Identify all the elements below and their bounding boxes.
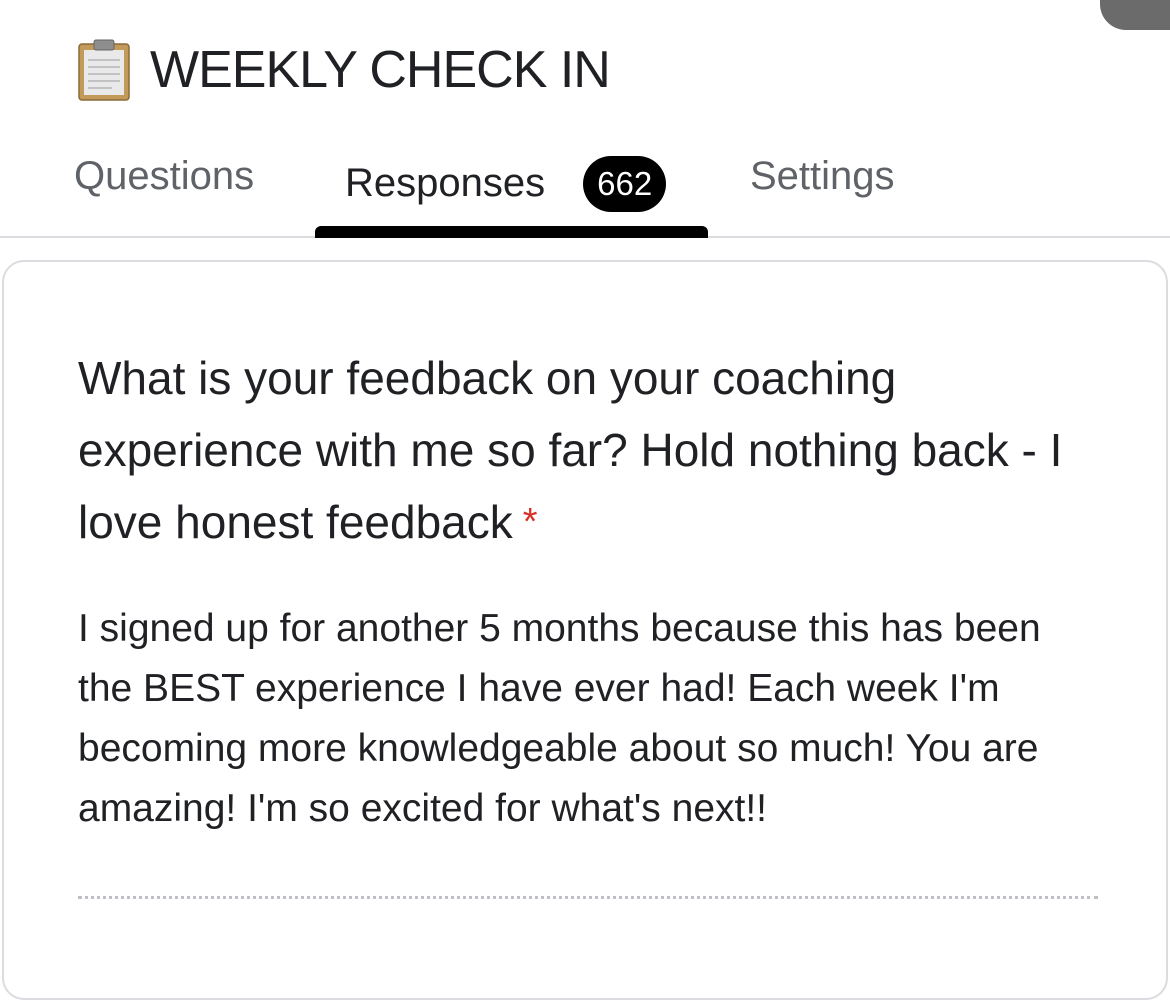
form-title: WEEKLY CHECK IN [150, 41, 611, 99]
form-title-row: WEEKLY CHECK IN [76, 38, 611, 102]
tab-responses-label: Responses [345, 160, 546, 205]
answer-text: I signed up for another 5 months because… [78, 607, 1041, 830]
form-tabs: Questions Responses 662 Settings [0, 140, 1170, 238]
tab-responses[interactable]: Responses 662 [345, 154, 667, 212]
clipboard-icon [78, 39, 130, 101]
responses-count-badge: 662 [583, 156, 667, 212]
response-card: What is your feedback on your coaching e… [2, 260, 1168, 1000]
required-asterisk: * [522, 501, 538, 543]
question-label: What is your feedback on your coaching e… [78, 352, 1063, 548]
active-tab-indicator [315, 226, 708, 238]
top-corner-overlay [1100, 0, 1170, 30]
tab-questions[interactable]: Questions [74, 154, 254, 199]
form-header: WEEKLY CHECK IN Questions Responses 662 … [0, 0, 1170, 238]
answer-underline [78, 896, 1098, 899]
question-text: What is your feedback on your coaching e… [78, 342, 1118, 562]
tab-settings[interactable]: Settings [750, 154, 895, 199]
